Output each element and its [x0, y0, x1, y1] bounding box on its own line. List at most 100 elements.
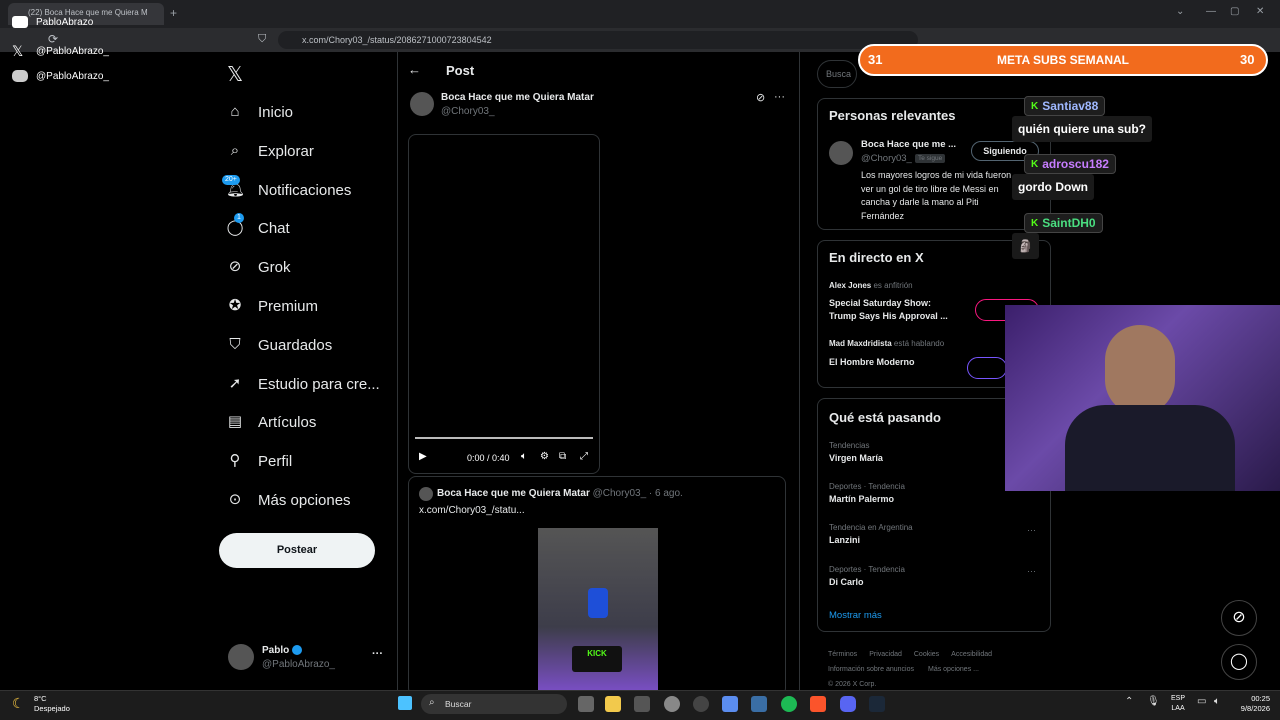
account-handle: @PabloAbrazo_: [262, 659, 335, 670]
language-indicator[interactable]: ESP LAA: [1171, 694, 1185, 714]
avatar[interactable]: [410, 92, 434, 116]
app-icon[interactable]: [722, 696, 738, 712]
sidebar-item-notificaciones[interactable]: 🔔︎ 20+ Notificaciones: [222, 175, 351, 205]
quote-text[interactable]: x.com/Chory03_/statu...: [419, 505, 525, 516]
maximize-icon[interactable]: ▢: [1230, 6, 1239, 17]
sidebar-item-label: Inicio: [258, 103, 294, 121]
trend-item[interactable]: Tendencia en Argentina Lanzini: [829, 523, 1041, 545]
close-icon[interactable]: ✕: [1256, 6, 1264, 17]
grok-icon[interactable]: ⊘: [756, 91, 765, 104]
play-icon[interactable]: ▶: [419, 451, 427, 462]
footer-link[interactable]: Términos: [828, 647, 857, 662]
show-more-link[interactable]: Mostrar más: [829, 610, 882, 621]
chat-username: K Santiav88: [1024, 96, 1106, 116]
discord-icon[interactable]: [840, 696, 856, 712]
taskbar-search[interactable]: ⌕ Buscar: [421, 694, 567, 714]
post-button[interactable]: Postear: [219, 533, 375, 568]
sidebar-item-label: Estudio para cre...: [258, 375, 380, 393]
url-field[interactable]: x.com/Chory03_/status/208627100072380454…: [278, 31, 918, 49]
search-input[interactable]: Busca: [817, 60, 857, 88]
relevant-name[interactable]: Boca Hace que me ...: [861, 139, 956, 150]
trend-name: Di Carlo: [829, 577, 864, 587]
footer-link[interactable]: Accesibilidad: [951, 647, 992, 662]
section-title: En directo en X: [829, 250, 924, 265]
sidebar-item-inicio[interactable]: ⌂ Inicio: [226, 97, 293, 127]
footer-link[interactable]: Privacidad: [869, 647, 902, 662]
lang-layout: LAA: [1171, 705, 1185, 712]
settings-icon[interactable]: ⚙: [540, 451, 549, 462]
sidebar-item-estudio[interactable]: ➚ Estudio para cre...: [226, 369, 380, 399]
search-icon: ⌕: [230, 142, 240, 159]
minimize-icon[interactable]: —: [1206, 6, 1216, 17]
lang-code: ESP: [1171, 695, 1186, 702]
bio-line: Fernández: [861, 210, 905, 221]
steam-icon[interactable]: [869, 696, 885, 712]
footer-link[interactable]: Cookies: [914, 647, 939, 662]
microphone-icon[interactable]: 🎙︎: [1147, 696, 1160, 707]
network-icon[interactable]: ▭: [1197, 696, 1206, 707]
sidebar-item-guardados[interactable]: ⛉ Guardados: [226, 330, 332, 360]
relevant-handle[interactable]: @Chory03_: [861, 153, 912, 164]
quote-author-name: Boca Hace que me Quiera Matar: [437, 488, 590, 499]
footer-link[interactable]: Información sobre anuncios: [828, 662, 914, 677]
kick-badge-icon: K: [1031, 217, 1039, 229]
fullscreen-icon[interactable]: ⤢: [580, 451, 588, 462]
task-view-icon[interactable]: [578, 696, 594, 712]
x-logo-icon[interactable]: 𝕏: [227, 62, 243, 87]
article-icon: ▤: [227, 413, 243, 430]
chat-icon[interactable]: ◯: [1221, 644, 1257, 680]
weather-widget[interactable]: 8°C Despejado: [34, 694, 70, 714]
sidebar-item-grok[interactable]: ⊘ Grok: [226, 252, 291, 282]
spotify-icon[interactable]: [781, 696, 797, 712]
trend-item[interactable]: Deportes · Tendencia Di Carlo: [829, 565, 1041, 587]
more-icon[interactable]: ···: [1027, 525, 1036, 535]
clock[interactable]: 00:25 9/8/2026: [1234, 694, 1270, 714]
media-figure: [588, 588, 608, 618]
sidebar-item-perfil[interactable]: ⚲ Perfil: [226, 446, 293, 476]
chevron-up-icon[interactable]: ⌃: [1125, 696, 1133, 707]
sidebar-item-label: Grok: [258, 258, 291, 276]
browser-tab-bar: [0, 0, 1280, 28]
account-switcher[interactable]: Pablo @PabloAbrazo_ ···: [226, 642, 396, 674]
bookmark-icon: ⛉: [229, 336, 241, 353]
video-player[interactable]: ▶ 0:00 / 0:40 🔈︎ ⚙ ⧉ ⤢: [408, 134, 600, 474]
chevron-down-icon[interactable]: ⌄: [1176, 6, 1184, 17]
app-icon[interactable]: [751, 696, 767, 712]
footer-link[interactable]: Más opciones ...: [928, 662, 979, 677]
quoted-post[interactable]: Boca Hace que me Quiera Matar @Chory03_ …: [408, 476, 786, 696]
sidebar-item-chat[interactable]: ◯ 1 Chat: [226, 213, 290, 243]
sidebar-item-label: Premium: [258, 297, 319, 315]
clock-time: 00:25: [1251, 694, 1270, 703]
volume-icon[interactable]: 🔈︎: [1214, 696, 1220, 707]
brave-icon[interactable]: [810, 696, 826, 712]
avatar[interactable]: [829, 141, 853, 165]
sidebar-item-mas-opciones[interactable]: ⊙ Más opciones: [226, 485, 351, 515]
sidebar-item-articulos[interactable]: ▤ Artículos: [226, 407, 316, 437]
obs-icon[interactable]: [664, 696, 680, 712]
live-listeners-pill: [967, 357, 1007, 379]
sidebar-item-explorar[interactable]: ⌕ Explorar: [226, 136, 314, 166]
new-tab-button[interactable]: +: [170, 6, 177, 20]
url-text: x.com/Chory03_/status/208627100072380454…: [302, 35, 492, 45]
volume-icon[interactable]: 🔈︎: [521, 451, 527, 462]
snipping-tool-icon[interactable]: [634, 696, 650, 712]
section-title: Qué está pasando: [829, 410, 941, 425]
quote-media[interactable]: KICK: [538, 528, 658, 693]
more-icon[interactable]: ···: [1027, 566, 1036, 576]
back-arrow-icon[interactable]: ←: [408, 62, 421, 77]
goal-target: 30: [1240, 52, 1255, 67]
bookmark-page-icon[interactable]: ⛉: [258, 33, 266, 46]
file-explorer-icon[interactable]: [605, 696, 621, 712]
pip-icon[interactable]: ⧉: [559, 451, 566, 462]
post-author-name[interactable]: Boca Hace que me Quiera Matar: [441, 92, 594, 103]
live-title: El Hombre Moderno: [829, 357, 915, 367]
video-progress-bar[interactable]: [415, 437, 593, 439]
sidebar-item-label: Más opciones: [258, 491, 351, 509]
windows-start-icon[interactable]: [398, 696, 412, 710]
post-author-handle[interactable]: @Chory03_: [441, 106, 495, 117]
sidebar-item-premium[interactable]: ✪ Premium: [226, 291, 318, 321]
browser-icon[interactable]: [693, 696, 709, 712]
more-icon[interactable]: ···: [774, 91, 785, 103]
grok-icon[interactable]: ⊘: [1221, 600, 1257, 636]
chat-badge: 1: [234, 213, 244, 223]
